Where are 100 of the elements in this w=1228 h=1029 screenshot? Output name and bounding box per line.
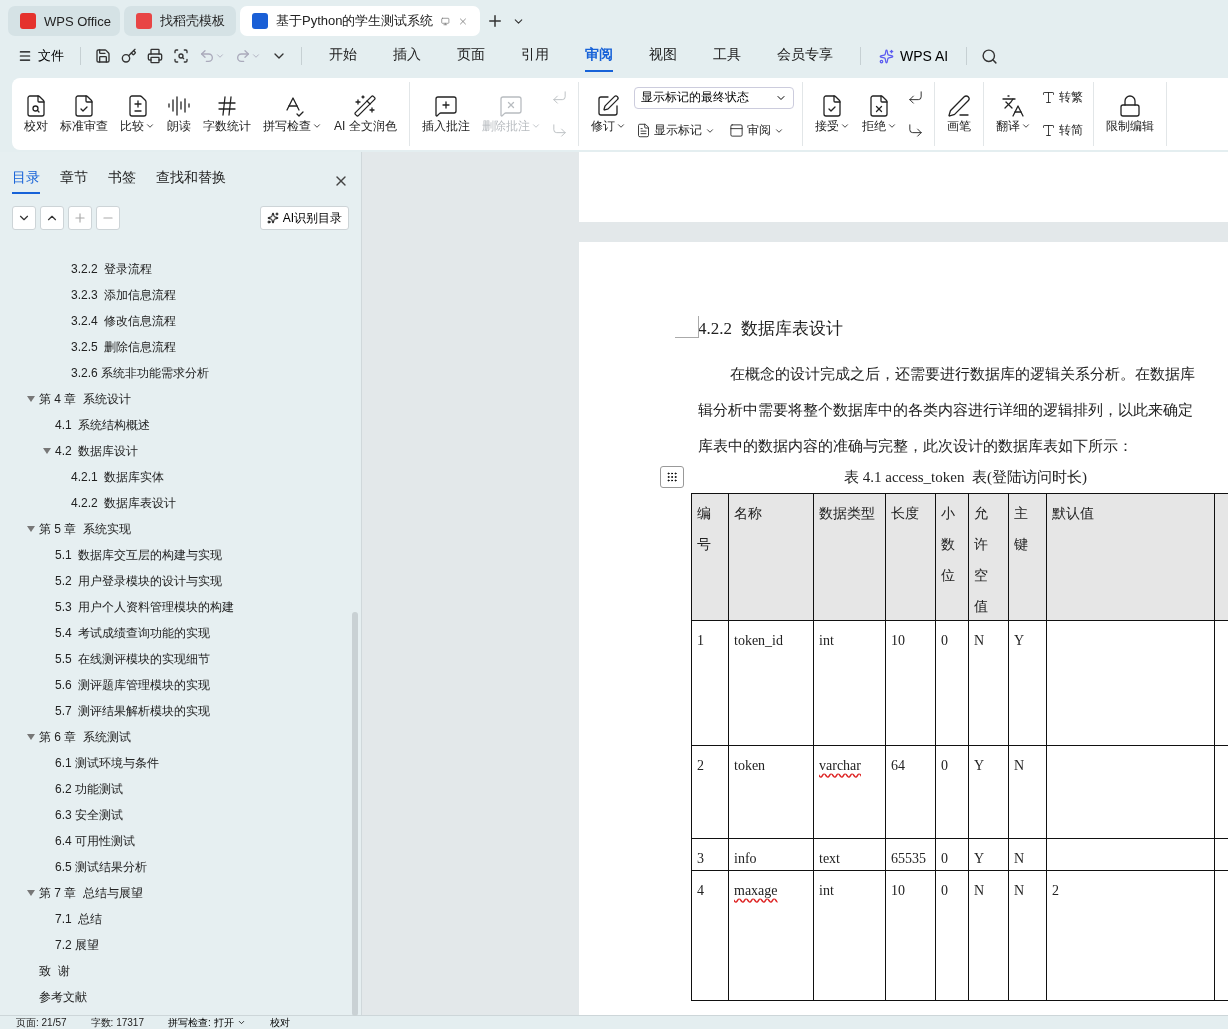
- sidebar-tab[interactable]: 目录: [12, 168, 40, 194]
- toc-item[interactable]: 4.2.2 数据库表设计: [71, 494, 177, 512]
- toc-item[interactable]: 3.2.2 登录流程: [71, 260, 153, 278]
- sidebar-tab[interactable]: 章节: [60, 168, 88, 194]
- table-cell: N: [1009, 871, 1047, 1001]
- pen-square-icon: [596, 93, 621, 118]
- menu-icon: [18, 49, 32, 63]
- plus-icon: [73, 211, 87, 225]
- menu-tab[interactable]: 页面: [457, 40, 485, 72]
- file-menu[interactable]: 文件: [14, 45, 68, 67]
- save-button[interactable]: [93, 46, 113, 66]
- ribbon-button[interactable]: 拒绝: [857, 89, 901, 139]
- toc-item[interactable]: 7.1 总结: [55, 910, 103, 928]
- toc-item[interactable]: 3.2.3 添加信息流程: [71, 286, 177, 304]
- comment-x-icon: [499, 93, 524, 118]
- return-arrow-icon: [550, 89, 568, 106]
- menu-tab[interactable]: 视图: [649, 40, 677, 72]
- menu-tab[interactable]: 引用: [521, 40, 549, 72]
- table-cell: 0: [936, 871, 969, 1001]
- sidebar-tab[interactable]: 查找和替换: [156, 168, 226, 194]
- window-tab[interactable]: 基于Python的学生测试系统: [240, 6, 480, 36]
- caret-icon[interactable]: [27, 395, 35, 403]
- ribbon-button[interactable]: 拼写检查: [259, 89, 326, 139]
- document-search-icon: [24, 93, 48, 118]
- caret-icon[interactable]: [27, 525, 35, 533]
- app-logo-icon: [136, 13, 152, 29]
- toc-item[interactable]: 5.4 考试成绩查询功能的实现: [55, 624, 211, 642]
- table-cell: 4: [692, 871, 729, 1001]
- ribbon-button[interactable]: 限制编辑: [1101, 89, 1158, 139]
- toc-item[interactable]: 第 5 章 系统实现: [39, 520, 131, 538]
- table-handle[interactable]: [660, 466, 684, 488]
- toc-item[interactable]: 3.2.6 系统非功能需求分析: [71, 364, 210, 382]
- toc-item[interactable]: 第 4 章 系统设计: [39, 390, 131, 408]
- ribbon-button[interactable]: 字数统计: [199, 89, 255, 139]
- toc-item[interactable]: 致 谢: [39, 962, 70, 980]
- toc-item[interactable]: 5.5 在线测评模块的实现细节: [55, 650, 211, 668]
- menu-tab[interactable]: 开始: [329, 40, 357, 72]
- caret-icon[interactable]: [43, 447, 51, 455]
- table-cell: 1: [692, 621, 729, 746]
- toc-item[interactable]: 4.2 数据库设计: [55, 442, 139, 460]
- toc-item[interactable]: 5.1 数据库交互层的构建与实现: [55, 546, 223, 564]
- key-button[interactable]: [119, 46, 139, 66]
- header-cell: 编号: [692, 494, 729, 621]
- document-check-icon: [72, 93, 96, 118]
- toc-item[interactable]: 6.5 测试结果分析: [55, 858, 147, 876]
- ribbon-button[interactable]: 转简: [1038, 120, 1085, 141]
- toc-item[interactable]: 7.2 展望: [55, 936, 99, 954]
- menu-tab[interactable]: 工具: [713, 40, 741, 72]
- caret-icon[interactable]: [27, 889, 35, 897]
- toc-item[interactable]: 5.7 测评结果解析模块的实现: [55, 702, 211, 720]
- menu-tab[interactable]: 审阅: [585, 40, 613, 72]
- ribbon-button[interactable]: 审阅: [726, 120, 786, 142]
- header-cell: 主键: [1009, 494, 1047, 621]
- ribbon-button[interactable]: AI 全文润色: [330, 89, 401, 139]
- toc-item[interactable]: 4.2.1 数据库实体: [71, 468, 165, 486]
- ribbon-button[interactable]: 朗读: [163, 89, 195, 139]
- toc-item[interactable]: 第 7 章 总结与展望: [39, 884, 143, 902]
- page-count: 页面: 21/57: [16, 1016, 67, 1029]
- proofread-button[interactable]: 校对: [269, 1016, 290, 1029]
- toc-item[interactable]: 3.2.4 修改信息流程: [71, 312, 177, 330]
- toc-item[interactable]: 参考文献: [39, 988, 87, 1006]
- ribbon-button[interactable]: 接受: [810, 89, 854, 139]
- toc-item[interactable]: 6.4 可用性测试: [55, 832, 135, 850]
- magic-wand-icon: [353, 93, 378, 118]
- scrollbar[interactable]: [352, 612, 358, 1016]
- ai-toc-button[interactable]: AI识别目录: [259, 206, 349, 230]
- menu-tab[interactable]: 插入: [393, 40, 421, 72]
- menu-tab[interactable]: 会员专享: [777, 40, 833, 72]
- print-preview-button[interactable]: [171, 46, 191, 66]
- caret-icon[interactable]: [27, 733, 35, 741]
- toc-item[interactable]: 6.2 功能测试: [55, 780, 123, 798]
- expand-button[interactable]: [12, 206, 36, 230]
- toc-item[interactable]: 3.2.5 删除信息流程: [71, 338, 177, 356]
- collapse-button[interactable]: [40, 206, 64, 230]
- ribbon-button[interactable]: 转繁: [1038, 87, 1085, 108]
- ribbon-button[interactable]: 比较: [116, 89, 159, 139]
- section-heading: 4.2.2 数据库表设计: [698, 318, 844, 340]
- ai-button[interactable]: WPS AI: [873, 47, 955, 65]
- toc-item[interactable]: 第 6 章 系统测试: [39, 728, 131, 746]
- window-tab[interactable]: 找稻壳模板: [124, 6, 236, 36]
- ribbon-button[interactable]: 修订: [586, 89, 630, 139]
- ribbon-button[interactable]: 翻译: [991, 89, 1035, 139]
- ribbon-button[interactable]: 标准审查: [56, 89, 112, 139]
- window-tab[interactable]: WPS Office: [8, 6, 120, 36]
- ribbon-button[interactable]: 插入批注: [417, 89, 474, 139]
- sidebar-tab[interactable]: 书签: [108, 168, 136, 194]
- print-button[interactable]: [145, 46, 165, 66]
- header-cell: 长度: [886, 494, 936, 621]
- toc-item[interactable]: 6.3 安全测试: [55, 806, 123, 824]
- toc-item[interactable]: 5.6 测评题库管理模块的实现: [55, 676, 211, 694]
- markup-dropdown[interactable]: 显示标记的最终状态: [633, 86, 794, 109]
- ribbon-button[interactable]: 校对: [20, 89, 52, 139]
- toc-item[interactable]: 6.1 测试环境与条件: [55, 754, 159, 772]
- toc-item[interactable]: 5.2 用户登录模块的设计与实现: [55, 572, 223, 590]
- spell-check-toggle[interactable]: 拼写检查: 打开: [167, 1016, 246, 1029]
- caret-icon: [530, 121, 541, 131]
- ribbon-button[interactable]: 显示标记: [633, 120, 717, 142]
- ribbon-button[interactable]: 画笔: [942, 89, 975, 139]
- toc-item[interactable]: 5.3 用户个人资料管理模块的构建: [55, 598, 235, 616]
- toc-item[interactable]: 4.1 系统结构概述: [55, 416, 151, 434]
